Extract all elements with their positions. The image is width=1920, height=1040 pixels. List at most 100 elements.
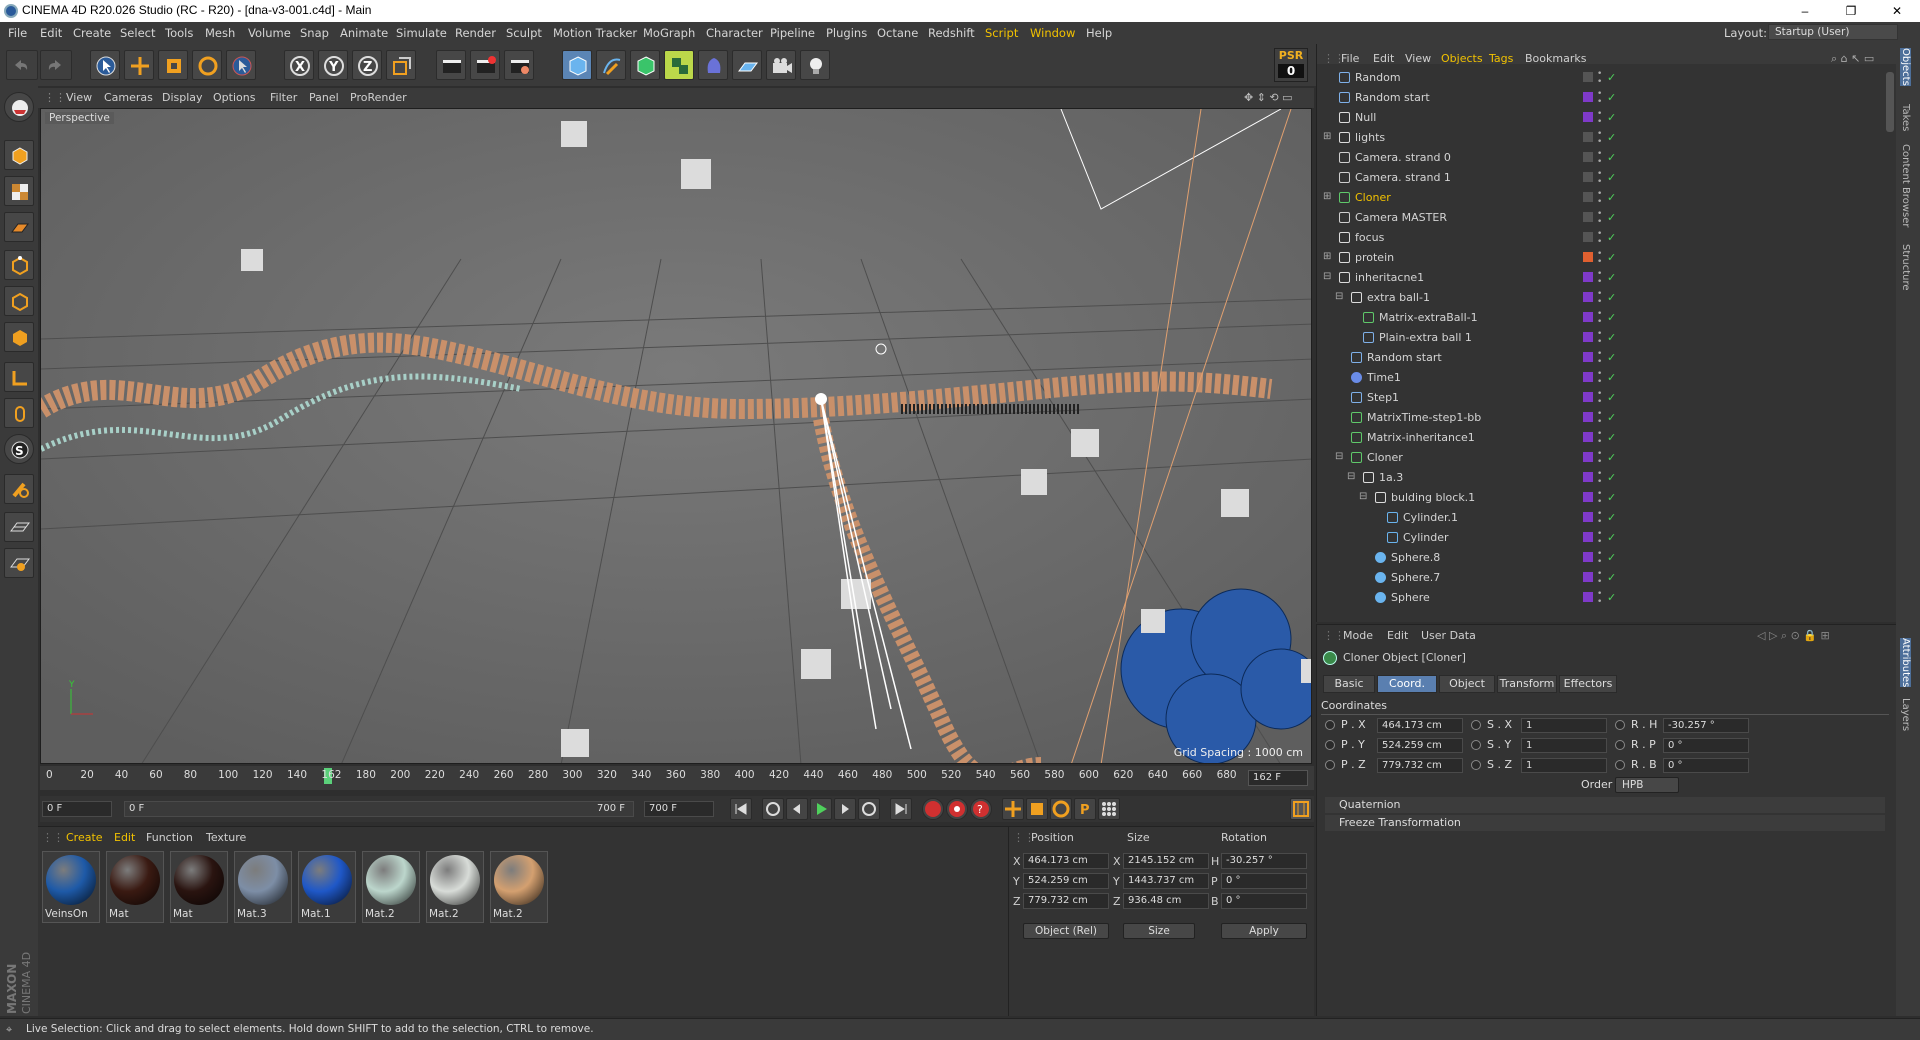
menu-sculpt[interactable]: Sculpt (506, 26, 542, 40)
material-menu-function[interactable]: Function (146, 831, 193, 844)
material-swatch[interactable]: Mat (106, 851, 164, 923)
go-to-start-icon[interactable] (730, 798, 752, 820)
object-row[interactable]: Camera. strand 0 • • ✓ (1317, 148, 1885, 168)
parameter-key-icon[interactable]: P (1074, 798, 1096, 820)
menu-pipeline[interactable]: Pipeline (770, 26, 815, 40)
object-row[interactable]: ⊞ Cloner • • ✓ (1317, 188, 1885, 208)
visibility-dots[interactable]: • • (1597, 210, 1602, 227)
coord-rot-b-field[interactable]: 0 ° (1221, 893, 1307, 909)
coord-size-z-field[interactable]: 936.48 cm (1123, 893, 1209, 909)
coordinate-system-icon[interactable] (386, 50, 416, 80)
layer-color-swatch[interactable] (1583, 192, 1593, 202)
enabled-check-icon[interactable]: ✓ (1607, 511, 1616, 524)
layer-color-swatch[interactable] (1583, 252, 1593, 262)
attr-section-quaternion[interactable]: Quaternion (1325, 797, 1885, 813)
layer-color-swatch[interactable] (1583, 112, 1593, 122)
viewport-nav-icons[interactable]: ✥ ⇕ ⟲ ▭ (1244, 91, 1293, 104)
enabled-check-icon[interactable]: ✓ (1607, 391, 1616, 404)
object-row[interactable]: Sphere.8 • • ✓ (1317, 548, 1885, 568)
layer-color-swatch[interactable] (1583, 272, 1593, 282)
coord-apply-button[interactable]: Apply (1221, 923, 1307, 939)
object-row[interactable]: Random • • ✓ (1317, 68, 1885, 88)
side-tab-takes[interactable]: Takes (1900, 104, 1911, 131)
render-settings-icon[interactable] (504, 50, 534, 80)
layout-dropdown[interactable]: Startup (User) (1768, 24, 1898, 40)
preview-range-slider[interactable]: 0 F 700 F (124, 801, 634, 817)
layer-color-swatch[interactable] (1583, 432, 1593, 442)
attr-rb-field[interactable]: 0 ° (1663, 758, 1749, 773)
material-menu-create[interactable]: Create (66, 831, 103, 844)
x-axis-lock-icon[interactable]: X (284, 50, 314, 80)
expand-icon[interactable]: ⊞ (1323, 251, 1331, 262)
layer-color-swatch[interactable] (1583, 412, 1593, 422)
expand-icon[interactable]: ⊞ (1323, 131, 1331, 142)
polygons-mode-icon[interactable] (4, 322, 34, 352)
enabled-check-icon[interactable]: ✓ (1607, 91, 1616, 104)
object-row[interactable]: Cylinder • • ✓ (1317, 528, 1885, 548)
restore-button[interactable]: ❐ (1828, 0, 1874, 22)
material-menu-edit[interactable]: Edit (114, 831, 135, 844)
object-row[interactable]: Time1 • • ✓ (1317, 368, 1885, 388)
object-row[interactable]: ⊟ 1a.3 • • ✓ (1317, 468, 1885, 488)
layer-color-swatch[interactable] (1583, 592, 1593, 602)
enabled-check-icon[interactable]: ✓ (1607, 351, 1616, 364)
move-tool-icon[interactable] (124, 50, 154, 80)
viewport-menu-display[interactable]: Display (162, 91, 203, 104)
timeline-layout-icon[interactable] (1290, 798, 1312, 820)
sy-keyframe-toggle[interactable] (1471, 740, 1481, 750)
enabled-check-icon[interactable]: ✓ (1607, 431, 1616, 444)
coord-pos-y-field[interactable]: 524.259 cm (1023, 873, 1109, 889)
visibility-dots[interactable]: • • (1597, 270, 1602, 287)
object-row[interactable]: Camera. strand 1 • • ✓ (1317, 168, 1885, 188)
layer-color-swatch[interactable] (1583, 472, 1593, 482)
record-active-objects-icon[interactable] (922, 798, 944, 820)
attr-tab-transform[interactable]: Transform (1497, 675, 1557, 693)
object-row[interactable]: Cylinder.1 • • ✓ (1317, 508, 1885, 528)
viewport-menu-panel[interactable]: Panel (309, 91, 339, 104)
menu-help[interactable]: Help (1086, 26, 1112, 40)
layer-color-swatch[interactable] (1583, 532, 1593, 542)
enabled-check-icon[interactable]: ✓ (1607, 171, 1616, 184)
visibility-dots[interactable]: • • (1597, 310, 1602, 327)
object-row[interactable]: Random start • • ✓ (1317, 348, 1885, 368)
visibility-dots[interactable]: • • (1597, 250, 1602, 267)
menu-tools[interactable]: Tools (165, 26, 193, 40)
menu-render[interactable]: Render (455, 26, 496, 40)
coord-size-y-field[interactable]: 1443.737 cm (1123, 873, 1209, 889)
enabled-check-icon[interactable]: ✓ (1607, 71, 1616, 84)
layer-color-swatch[interactable] (1583, 572, 1593, 582)
object-row[interactable]: Null • • ✓ (1317, 108, 1885, 128)
layer-color-swatch[interactable] (1583, 552, 1593, 562)
menu-select[interactable]: Select (120, 26, 155, 40)
object-row[interactable]: focus • • ✓ (1317, 228, 1885, 248)
attr-menu-user-data[interactable]: User Data (1421, 629, 1476, 642)
object-row[interactable]: Matrix-extraBall-1 • • ✓ (1317, 308, 1885, 328)
workplane-mode-icon[interactable] (4, 212, 34, 242)
menu-mesh[interactable]: Mesh (205, 26, 235, 40)
previous-frame-icon[interactable] (786, 798, 808, 820)
locked-workplane-icon[interactable] (4, 548, 34, 578)
menu-file[interactable]: File (8, 26, 27, 40)
menu-window[interactable]: Window (1030, 26, 1075, 40)
material-swatch[interactable]: Mat.2 (426, 851, 484, 923)
enabled-check-icon[interactable]: ✓ (1607, 331, 1616, 344)
menu-redshift[interactable]: Redshift (928, 26, 975, 40)
menu-character[interactable]: Character (706, 26, 763, 40)
objmgr-menu-objects[interactable]: Objects (1441, 52, 1483, 65)
coord-rot-h-field[interactable]: -30.257 ° (1221, 853, 1307, 869)
material-swatch[interactable]: VeinsOn (42, 851, 100, 923)
current-frame-field[interactable]: 162 F (1248, 770, 1308, 786)
enabled-check-icon[interactable]: ✓ (1607, 111, 1616, 124)
model-mode-icon[interactable] (4, 140, 34, 170)
keyframe-selection-icon[interactable]: ? (970, 798, 992, 820)
coord-size-x-field[interactable]: 2145.152 cm (1123, 853, 1209, 869)
menu-snap[interactable]: Snap (300, 26, 329, 40)
viewport-menu-view[interactable]: View (66, 91, 92, 104)
viewport-menu-cameras[interactable]: Cameras (104, 91, 153, 104)
coord-rot-p-field[interactable]: 0 ° (1221, 873, 1307, 889)
floor-scene-icon[interactable] (732, 50, 762, 80)
visibility-dots[interactable]: • • (1597, 90, 1602, 107)
3d-viewport[interactable]: Y Perspective Grid Spacing : 1000 cm (40, 108, 1312, 764)
object-row[interactable]: Sphere • • ✓ (1317, 588, 1885, 608)
py-keyframe-toggle[interactable] (1325, 740, 1335, 750)
